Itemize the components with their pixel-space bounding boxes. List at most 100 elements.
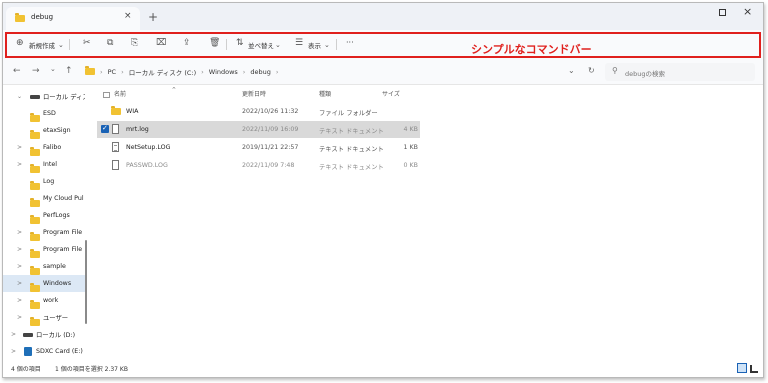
status-bar: 4 個の項目 1 個の項目を選択 2.37 KB — [3, 361, 763, 377]
file-size: 0 KB — [403, 162, 418, 169]
table-row[interactable]: mrt.log 2022/11/09 16:09 テキスト ドキュメント 4 K… — [97, 121, 420, 138]
divider — [336, 39, 337, 50]
window-close-icon[interactable]: × — [743, 5, 752, 18]
chevron-right-icon[interactable]: > — [11, 348, 16, 355]
delete-icon[interactable]: 🗑 — [209, 39, 220, 48]
cut-icon[interactable]: ✂ — [83, 39, 91, 48]
sidebar-item-users[interactable]: > ユーザー — [3, 309, 85, 326]
new-tab-button[interactable]: + — [148, 10, 158, 24]
drive-icon — [30, 95, 40, 99]
search-placeholder: debugの検索 — [625, 70, 665, 78]
refresh-icon[interactable]: ↻ — [588, 66, 595, 75]
folder-icon — [30, 113, 40, 122]
up-icon[interactable]: ↑ — [65, 66, 73, 76]
breadcrumb-debug[interactable]: debug — [250, 68, 271, 76]
sidebar-item-my-cloud[interactable]: My Cloud Pul — [3, 190, 85, 207]
search-box[interactable]: ⚲ debugの検索 — [605, 63, 755, 81]
details-view-button[interactable] — [737, 363, 747, 373]
chevron-right-icon[interactable]: > — [17, 144, 22, 151]
chevron-right-icon[interactable]: > — [17, 246, 22, 253]
sidebar-item-sample[interactable]: > sample — [3, 258, 85, 275]
table-row[interactable]: PASSWD.LOG 2022/11/09 7:48 テキスト ドキュメント 0… — [97, 157, 420, 174]
chevron-right-icon[interactable]: > — [17, 229, 22, 236]
more-options-button[interactable]: ··· — [346, 38, 354, 47]
rename-icon[interactable]: ⌧ — [156, 39, 166, 48]
sd-card-icon — [24, 347, 32, 356]
folder-icon — [30, 300, 40, 309]
sidebar-item-etaxsign[interactable]: etaxSign — [3, 122, 85, 139]
chevron-right-icon[interactable]: > — [17, 314, 22, 321]
chevron-down-icon: ⌄ — [58, 41, 64, 49]
sidebar-item-label: Program File — [43, 246, 83, 253]
recent-locations-icon[interactable]: ⌄ — [50, 65, 56, 73]
folder-icon — [15, 13, 25, 22]
column-header-date[interactable]: 更新日時 — [242, 89, 266, 98]
breadcrumb[interactable]: › PC › ローカル ディスク (C:) › Windows › debug … — [85, 63, 585, 80]
chevron-right-icon[interactable]: > — [17, 280, 22, 287]
file-type: テキスト ドキュメント — [319, 128, 384, 135]
document-icon — [112, 142, 119, 152]
chevron-right-icon: › — [201, 67, 204, 76]
sidebar-item-label: work — [43, 297, 59, 304]
sidebar-item-drive-d[interactable]: > ローカル (D:) — [3, 326, 85, 343]
share-icon[interactable]: ⇪ — [183, 39, 191, 48]
sidebar-item-falibo[interactable]: > Falibo — [3, 139, 85, 156]
sidebar-item-esd[interactable]: ESD — [3, 105, 85, 122]
sidebar-item-program-files-x86[interactable]: > Program File — [3, 241, 85, 258]
sidebar-item-log[interactable]: Log — [3, 173, 85, 190]
column-header-size[interactable]: サイズ — [382, 89, 400, 98]
chevron-right-icon[interactable]: > — [11, 331, 16, 338]
maximize-icon[interactable] — [719, 9, 726, 16]
command-bar: ⊕ 新規作成 ⌄ ✂ ⧉ ⎘ ⌧ ⇪ 🗑 ⇅ 並べ替え ⌄ ☰ 表示 ⌄ ···… — [3, 30, 763, 60]
sidebar-item-program-files[interactable]: > Program File — [3, 224, 85, 241]
tab-close-icon[interactable]: × — [124, 11, 132, 21]
sidebar-item-perflogs[interactable]: PerfLogs — [3, 207, 85, 224]
chevron-right-icon[interactable]: > — [17, 297, 22, 304]
table-row[interactable]: WIA 2022/10/26 11:32 ファイル フォルダー — [97, 103, 420, 120]
sidebar-item-label: PerfLogs — [43, 212, 70, 219]
back-icon[interactable]: ← — [13, 66, 21, 76]
sidebar-item-label: etaxSign — [43, 127, 71, 134]
sidebar-item-windows[interactable]: > Windows — [3, 275, 85, 292]
forward-icon[interactable]: → — [32, 66, 40, 76]
breadcrumb-pc[interactable]: PC — [108, 68, 116, 76]
chevron-right-icon: › — [242, 67, 246, 76]
chevron-right-icon: › — [100, 67, 103, 76]
sidebar-item-label: ローカル ディスク — [43, 94, 85, 101]
paste-icon[interactable]: ⎘ — [131, 39, 138, 48]
sidebar-item-label: Intel — [43, 161, 57, 168]
sidebar-scrollbar[interactable] — [85, 240, 87, 324]
sidebar-item-local-disk[interactable]: ⌄ ローカル ディスク — [3, 88, 85, 105]
chevron-down-icon: ⌄ — [275, 41, 281, 49]
address-bar: ← → ⌄ ↑ › PC › ローカル ディスク (C:) › Windows … — [3, 60, 763, 85]
sidebar-item-work[interactable]: > work — [3, 292, 85, 309]
chevron-down-icon[interactable]: ⌄ — [17, 93, 22, 100]
address-dropdown-icon[interactable]: ⌄ — [568, 66, 575, 75]
chevron-right-icon[interactable]: > — [17, 263, 22, 270]
divider — [69, 39, 70, 50]
select-all-checkbox[interactable] — [103, 91, 110, 98]
table-row[interactable]: NetSetup.LOG 2019/11/21 22:57 テキスト ドキュメン… — [97, 139, 420, 156]
tab-debug[interactable]: debug × — [6, 7, 140, 30]
command-bar-highlight — [5, 32, 761, 58]
divider — [226, 39, 227, 50]
view-button[interactable]: 表示 — [308, 40, 321, 50]
breadcrumb-c-drive[interactable]: ローカル ディスク (C:) — [129, 67, 196, 77]
copy-icon[interactable]: ⧉ — [107, 39, 113, 48]
folder-icon — [30, 130, 40, 139]
folder-icon — [30, 147, 40, 156]
explorer-window: debug × + × ⊕ 新規作成 ⌄ ✂ ⧉ ⎘ ⌧ ⇪ 🗑 ⇅ 並べ替え … — [2, 2, 764, 378]
file-date: 2019/11/21 22:57 — [242, 144, 299, 151]
tiles-view-button[interactable] — [750, 365, 758, 373]
row-checkbox[interactable] — [101, 124, 109, 133]
new-button[interactable]: 新規作成 — [29, 40, 55, 50]
sidebar-item-sdxc-card[interactable]: > SDXC Card (E:) — [3, 343, 85, 360]
drive-icon — [23, 333, 33, 337]
column-header-name[interactable]: 名前 — [103, 89, 126, 98]
sidebar-item-label: Windows — [43, 280, 72, 287]
sort-button[interactable]: 並べ替え — [248, 40, 274, 50]
breadcrumb-windows[interactable]: Windows — [209, 68, 238, 76]
sidebar-item-intel[interactable]: > Intel — [3, 156, 85, 173]
chevron-right-icon[interactable]: > — [17, 161, 22, 168]
column-header-type[interactable]: 種類 — [319, 89, 331, 98]
